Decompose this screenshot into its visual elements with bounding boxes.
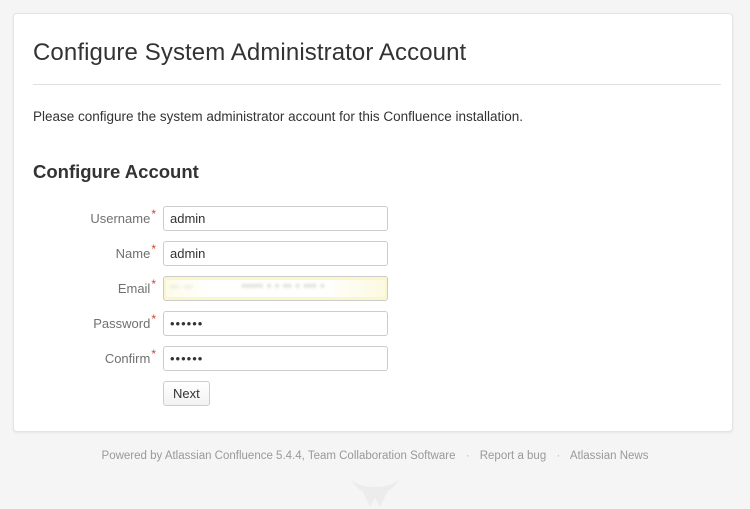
atlassian-logo-icon xyxy=(350,478,400,507)
label-name-text: Name xyxy=(115,246,151,261)
setup-card: Configure System Administrator Account P… xyxy=(13,13,733,432)
footer-powered-by: Powered by Atlassian Confluence 5.4.4, T… xyxy=(101,450,456,462)
page-title: Configure System Administrator Account xyxy=(33,39,467,66)
form-row-submit: Next xyxy=(14,381,732,413)
label-email-text: Email xyxy=(117,281,151,296)
label-name: Name* xyxy=(14,241,156,266)
required-asterisk-icon: * xyxy=(151,241,156,256)
form-row-email: Email* — — ••••• • • •• • ••• • xyxy=(14,276,732,311)
configure-account-form: Username* Name* Email* — — ••••• • • •• … xyxy=(14,206,732,413)
label-email: Email* xyxy=(14,276,156,301)
label-username: Username* xyxy=(14,206,156,231)
password-input[interactable] xyxy=(163,311,388,336)
label-password-text: Password xyxy=(93,316,151,331)
footer-separator-2: · xyxy=(556,450,561,462)
form-row-password: Password* xyxy=(14,311,732,346)
label-confirm-text: Confirm xyxy=(104,351,151,366)
required-asterisk-icon: * xyxy=(151,311,156,326)
footer-separator-1: · xyxy=(465,450,470,462)
title-divider xyxy=(33,84,721,85)
required-asterisk-icon: * xyxy=(151,276,156,291)
required-asterisk-icon: * xyxy=(151,206,156,221)
footer-link-report-a-bug[interactable]: Report a bug xyxy=(480,450,547,462)
email-redacted-value-left: — — xyxy=(170,281,195,291)
confirm-password-input[interactable] xyxy=(163,346,388,371)
next-button[interactable]: Next xyxy=(163,381,210,406)
full-name-input[interactable] xyxy=(163,241,388,266)
email-redacted-value-right: ••••• • • •• • ••• • xyxy=(242,281,326,291)
form-row-confirm: Confirm* xyxy=(14,346,732,381)
section-heading-configure-account: Configure Account xyxy=(33,161,199,182)
intro-description: Please configure the system administrato… xyxy=(33,109,524,124)
label-password: Password* xyxy=(14,311,156,336)
form-row-username: Username* xyxy=(14,206,732,241)
username-input[interactable] xyxy=(163,206,388,231)
form-row-name: Name* xyxy=(14,241,732,276)
required-asterisk-icon: * xyxy=(151,346,156,361)
page-footer: Powered by Atlassian Confluence 5.4.4, T… xyxy=(0,450,750,462)
label-username-text: Username xyxy=(90,211,151,226)
footer-link-atlassian-news[interactable]: Atlassian News xyxy=(570,450,649,462)
email-input[interactable]: — — ••••• • • •• • ••• • xyxy=(163,276,388,301)
label-confirm: Confirm* xyxy=(14,346,156,371)
